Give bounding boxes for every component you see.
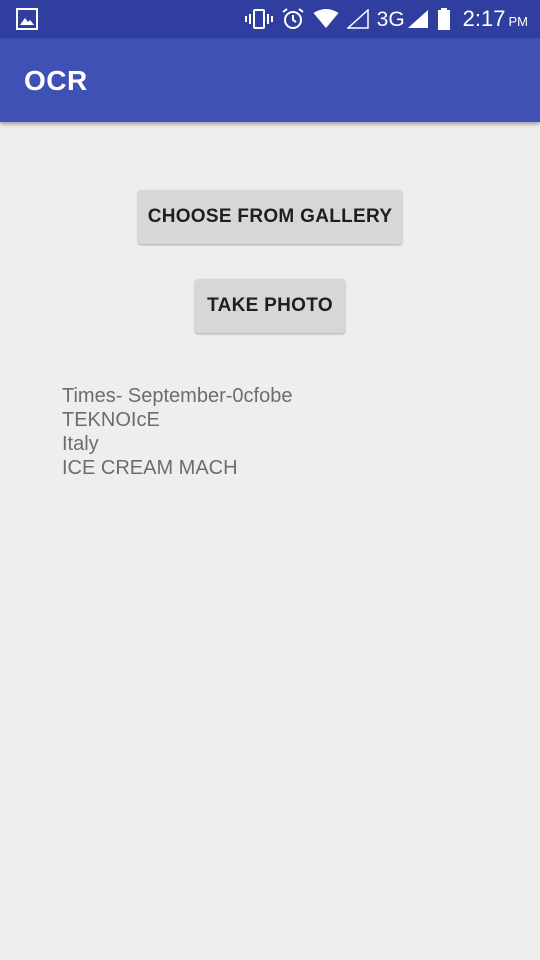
app-bar: OCR: [0, 38, 540, 122]
take-photo-button[interactable]: TAKE PHOTO: [195, 279, 345, 333]
signal-full-icon: [407, 9, 429, 29]
ocr-line: Times- September-0cfobe: [62, 385, 293, 407]
status-right: 3G 2:17 PM: [244, 0, 528, 38]
choose-from-gallery-button[interactable]: CHOOSE FROM GALLERY: [138, 190, 402, 244]
ocr-result-text: Times- September-0cfobe TEKNOIcE Italy I…: [62, 384, 292, 480]
alarm-icon: [281, 7, 305, 31]
vibrate-icon: [244, 8, 273, 30]
battery-icon: [437, 8, 451, 30]
app-title: OCR: [24, 65, 88, 96]
wifi-icon: [313, 9, 339, 29]
clock: 2:17 PM: [463, 8, 528, 30]
clock-ampm: PM: [508, 14, 529, 29]
image-icon: [16, 8, 38, 34]
ocr-line: TEKNOIcE: [62, 409, 160, 431]
ocr-line: ICE CREAM MACH: [62, 457, 238, 479]
clock-time: 2:17: [462, 6, 506, 31]
status-left: [16, 8, 38, 35]
ocr-line: Italy: [62, 433, 99, 455]
network-type: 3G: [376, 7, 405, 31]
signal-empty-icon: [346, 9, 369, 29]
status-bar: 3G 2:17 PM: [0, 0, 540, 38]
